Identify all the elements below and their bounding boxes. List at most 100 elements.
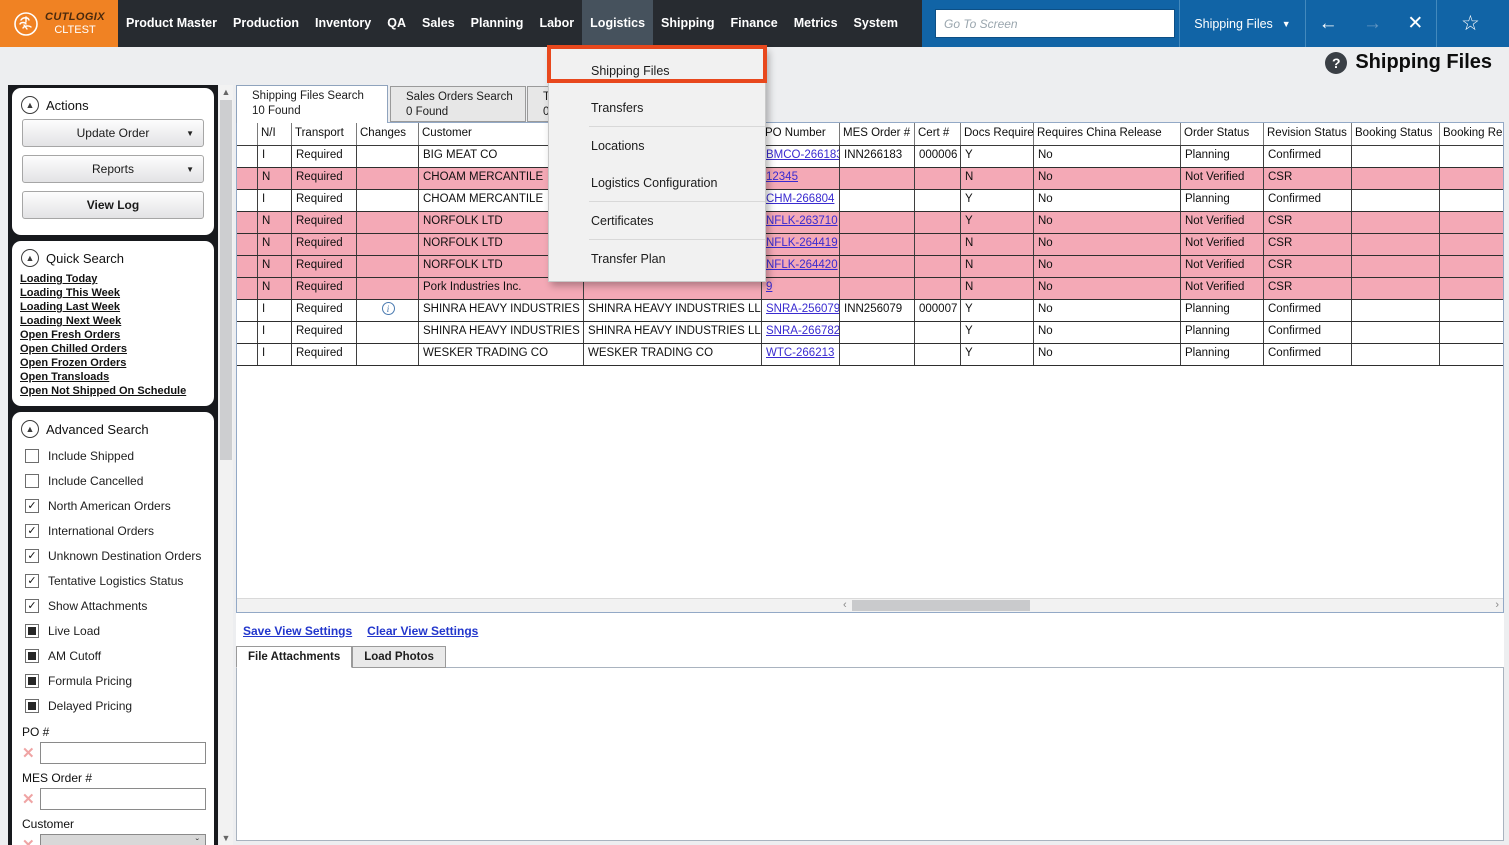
sidebar-scrollbar[interactable]: ▲ ▼ (219, 85, 233, 845)
quick-link-open-chilled-orders[interactable]: Open Chilled Orders (20, 342, 206, 356)
po-number-link[interactable]: NFLK-263710 (766, 215, 838, 227)
collapse-chevron-icon[interactable]: ▲ (21, 249, 39, 267)
save-view-settings-link[interactable]: Save View Settings (243, 624, 352, 638)
collapse-chevron-icon[interactable]: ▲ (21, 96, 39, 114)
table-row[interactable]: NRequiredNORFOLK LTDNFLK-264420NNoNot Ve… (237, 256, 1503, 278)
reports-button[interactable]: Reports▼ (22, 155, 204, 183)
nav-item-system[interactable]: System (846, 0, 906, 47)
back-arrow-icon[interactable]: ← (1319, 13, 1338, 35)
col-header-po[interactable]: PO Number (762, 123, 840, 145)
col-header-order_status[interactable]: Order Status (1181, 123, 1264, 145)
table-row[interactable]: IRequiredSHINRA HEAVY INDUSTRIES LLCSHIN… (237, 322, 1503, 344)
table-row[interactable]: NRequiredPork Industries Inc.9NNoNot Ver… (237, 278, 1503, 300)
table-row[interactable]: IRequirediSHINRA HEAVY INDUSTRIES LLCSHI… (237, 300, 1503, 322)
nav-item-labor[interactable]: Labor (531, 0, 582, 47)
nav-item-inventory[interactable]: Inventory (307, 0, 379, 47)
checkbox-unknown-destination-orders[interactable]: ✓Unknown Destination Orders (20, 543, 206, 568)
po-number-link[interactable]: NFLK-264420 (766, 259, 838, 271)
quick-link-open-frozen-orders[interactable]: Open Frozen Orders (20, 356, 206, 370)
update-order-button[interactable]: Update Order▼ (22, 119, 204, 147)
checkbox-include-shipped[interactable]: Include Shipped (20, 443, 206, 468)
po-number-link[interactable]: SNRA-266782 (766, 325, 840, 337)
grid-horizontal-scrollbar[interactable]: ‹ › (237, 598, 1503, 612)
po-number-link[interactable]: CHM-266804 (766, 193, 834, 205)
col-header-china[interactable]: Requires China Release (1034, 123, 1181, 145)
view-log-button[interactable]: View Log (22, 191, 204, 219)
table-row[interactable]: IRequiredWESKER TRADING COWESKER TRADING… (237, 344, 1503, 366)
col-header-transport[interactable]: Transport (292, 123, 357, 145)
checkbox-live-load[interactable]: Live Load (20, 618, 206, 643)
tab-load-photos[interactable]: Load Photos (352, 646, 446, 668)
tab-file-attachments[interactable]: File Attachments (236, 646, 352, 668)
tab-shipping-files-search[interactable]: Shipping Files Search10 Found (236, 85, 388, 123)
app-logo[interactable]: CUTLOGIX CLTEST (0, 0, 118, 47)
checkbox-am-cutoff[interactable]: AM Cutoff (20, 643, 206, 668)
po-number-link[interactable]: WTC-266213 (766, 347, 834, 359)
mes-order-field[interactable] (40, 788, 206, 810)
quick-link-open-fresh-orders[interactable]: Open Fresh Orders (20, 328, 206, 342)
checkbox-show-attachments[interactable]: ✓Show Attachments (20, 593, 206, 618)
table-row[interactable]: NRequiredNORFOLK LTDNFLK-264419NNoNot Ve… (237, 234, 1503, 256)
col-header-booking[interactable]: Booking Status (1352, 123, 1440, 145)
nav-item-product-master[interactable]: Product Master (118, 0, 225, 47)
nav-item-shipping[interactable]: Shipping (653, 0, 722, 47)
checkbox-international-orders[interactable]: ✓International Orders (20, 518, 206, 543)
table-row[interactable]: NRequiredCHOAM MERCANTILE12345NNoNot Ver… (237, 168, 1503, 190)
scroll-up-icon[interactable]: ▲ (219, 85, 233, 99)
menu-item-transfers[interactable]: Transfers (549, 89, 765, 126)
close-icon[interactable]: ✕ (1407, 12, 1423, 35)
scroll-down-icon[interactable]: ▼ (219, 831, 233, 845)
quick-link-loading-this-week[interactable]: Loading This Week (20, 286, 206, 300)
quick-link-open-not-shipped-on-schedule[interactable]: Open Not Shipped On Schedule (20, 384, 206, 398)
col-header-booking_re[interactable]: Booking Re (1440, 123, 1504, 145)
nav-item-metrics[interactable]: Metrics (786, 0, 846, 47)
table-row[interactable]: IRequiredBIG MEAT COBMCO-266183INN266183… (237, 146, 1503, 168)
customer-select[interactable]: ˇ (40, 834, 206, 845)
help-icon[interactable]: ? (1325, 52, 1347, 74)
po-number-link[interactable]: NFLK-264419 (766, 237, 838, 249)
clear-field-icon[interactable]: ✕ (22, 792, 35, 807)
checkbox-north-american-orders[interactable]: ✓North American Orders (20, 493, 206, 518)
col-header-ni[interactable]: N/I (258, 123, 292, 145)
col-header-cert[interactable]: Cert # (915, 123, 961, 145)
info-icon[interactable]: i (382, 302, 395, 315)
screen-selector[interactable]: Shipping Files ▼ (1180, 17, 1305, 31)
checkbox-include-cancelled[interactable]: Include Cancelled (20, 468, 206, 493)
goto-screen-input[interactable] (935, 9, 1175, 38)
quick-link-loading-last-week[interactable]: Loading Last Week (20, 300, 206, 314)
nav-item-logistics[interactable]: Logistics (582, 0, 653, 47)
checkbox-delayed-pricing[interactable]: Delayed Pricing (20, 693, 206, 718)
po-number-link[interactable]: 12345 (766, 171, 798, 183)
nav-item-planning[interactable]: Planning (463, 0, 532, 47)
clear-view-settings-link[interactable]: Clear View Settings (367, 624, 478, 638)
table-row[interactable]: NRequiredNORFOLK LTDNFLK-263710YNoNot Ve… (237, 212, 1503, 234)
nav-item-production[interactable]: Production (225, 0, 307, 47)
table-row[interactable]: IRequiredCHOAM MERCANTILECHM-266804YNoPl… (237, 190, 1503, 212)
tab-sales-orders-search[interactable]: Sales Orders Search0 Found (390, 86, 526, 122)
nav-item-sales[interactable]: Sales (414, 0, 463, 47)
col-header-docs[interactable]: Docs Required (961, 123, 1034, 145)
nav-item-qa[interactable]: QA (379, 0, 414, 47)
forward-arrow-icon[interactable]: → (1363, 13, 1382, 35)
col-header-revision[interactable]: Revision Status (1264, 123, 1352, 145)
scrollbar-thumb[interactable] (220, 100, 232, 460)
menu-item-logistics-configuration[interactable]: Logistics Configuration (549, 164, 765, 201)
nav-item-finance[interactable]: Finance (723, 0, 786, 47)
po-number-link[interactable]: SNRA-256079 (766, 303, 840, 315)
po-number-field[interactable] (40, 742, 206, 764)
menu-item-locations[interactable]: Locations (549, 127, 765, 164)
checkbox-formula-pricing[interactable]: Formula Pricing (20, 668, 206, 693)
scrollbar-thumb[interactable] (852, 600, 1030, 611)
col-header-sel[interactable] (237, 123, 258, 145)
scroll-left-icon[interactable]: ‹ (843, 599, 847, 611)
checkbox-tentative-logistics-status[interactable]: ✓Tentative Logistics Status (20, 568, 206, 593)
col-header-mes[interactable]: MES Order # (840, 123, 915, 145)
clear-field-icon[interactable]: ✕ (22, 838, 35, 845)
collapse-chevron-icon[interactable]: ▲ (21, 420, 39, 438)
po-number-link[interactable]: BMCO-266183 (766, 149, 840, 161)
clear-field-icon[interactable]: ✕ (22, 746, 35, 761)
menu-item-transfer-plan[interactable]: Transfer Plan (549, 240, 765, 277)
quick-link-open-transloads[interactable]: Open Transloads (20, 370, 206, 384)
favorite-star-icon[interactable]: ☆ (1437, 11, 1509, 36)
menu-item-certificates[interactable]: Certificates (549, 202, 765, 239)
